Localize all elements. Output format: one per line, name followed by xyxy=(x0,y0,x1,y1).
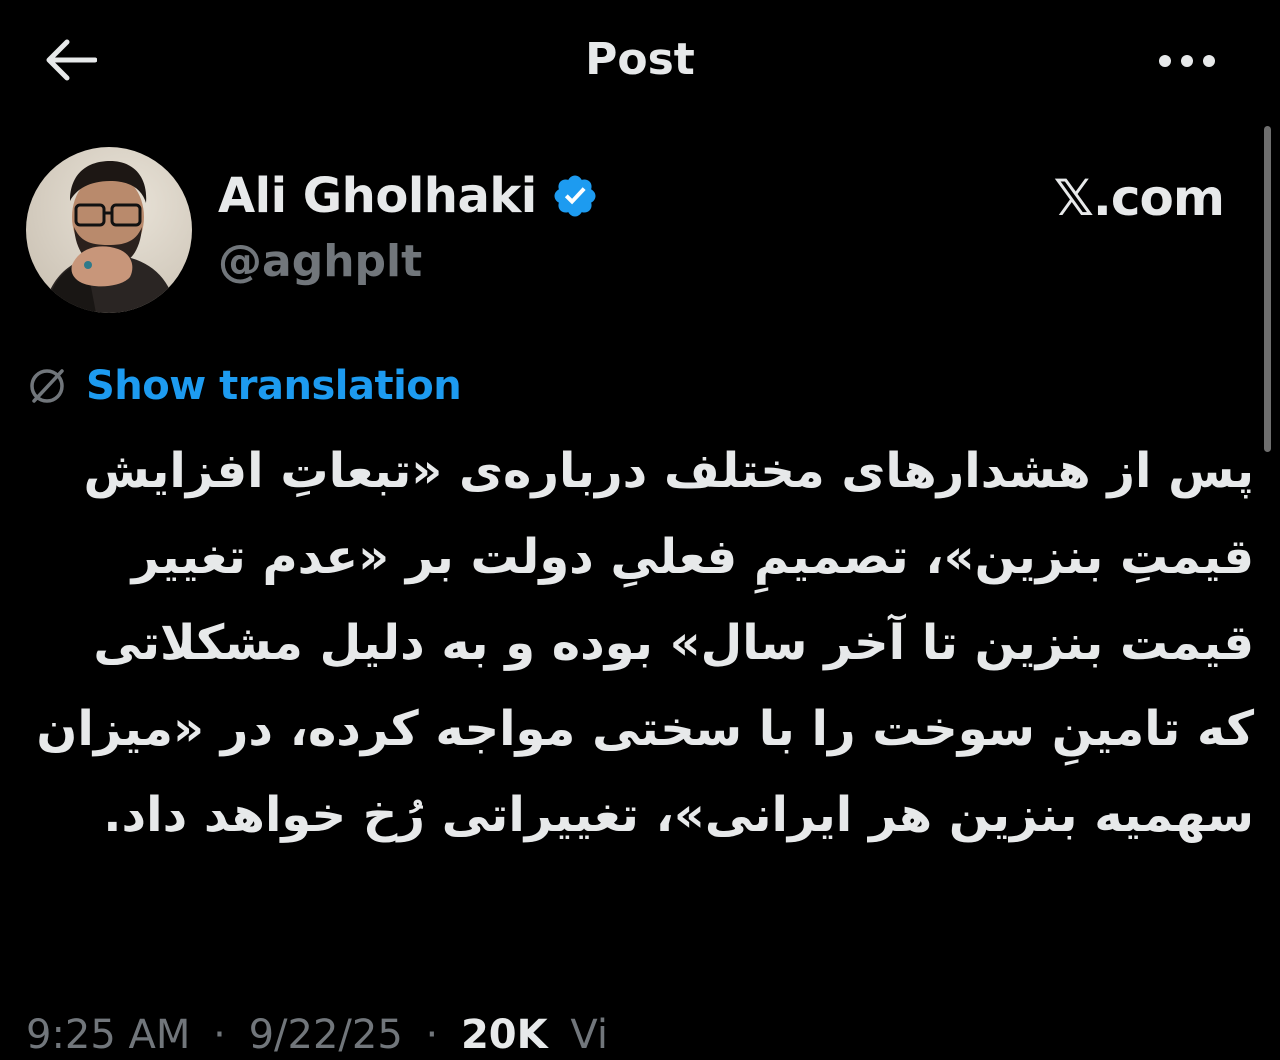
back-button[interactable] xyxy=(40,32,100,88)
more-options-button[interactable] xyxy=(1152,38,1222,84)
page-title: Post xyxy=(585,34,695,85)
views-label: Vi xyxy=(570,1012,608,1058)
verified-badge-icon xyxy=(554,175,596,217)
meta-separator: · xyxy=(425,1012,439,1058)
scrollbar-thumb[interactable] xyxy=(1264,126,1271,452)
user-avatar-photo xyxy=(26,147,192,313)
meta-separator: · xyxy=(213,1012,226,1058)
translation-row: Show translation xyxy=(26,358,462,414)
post-date[interactable]: 9/22/25 xyxy=(249,1012,403,1058)
show-translation-link[interactable]: Show translation xyxy=(86,363,462,409)
top-navigation-bar: Post xyxy=(0,0,1280,120)
source-watermark: 𝕏.com xyxy=(1053,169,1225,227)
more-horizontal-icon xyxy=(1159,55,1215,67)
post-time[interactable]: 9:25 AM xyxy=(26,1012,190,1058)
post-metadata: 9:25 AM · 9/22/25 · 20K Vi xyxy=(26,1010,618,1060)
translate-globe-icon xyxy=(30,369,64,403)
author-handle[interactable]: @aghplt xyxy=(218,236,422,287)
author-avatar[interactable] xyxy=(26,147,192,313)
author-name-row: Ali Gholhaki xyxy=(218,166,599,226)
arrow-left-icon xyxy=(46,39,97,81)
views-count: 20K xyxy=(460,1012,548,1058)
post-text: پس از هشدارهای مختلف درباره‌ی «تبعاتِ اف… xyxy=(36,443,1254,843)
author-display-name[interactable]: Ali Gholhaki xyxy=(218,168,537,224)
